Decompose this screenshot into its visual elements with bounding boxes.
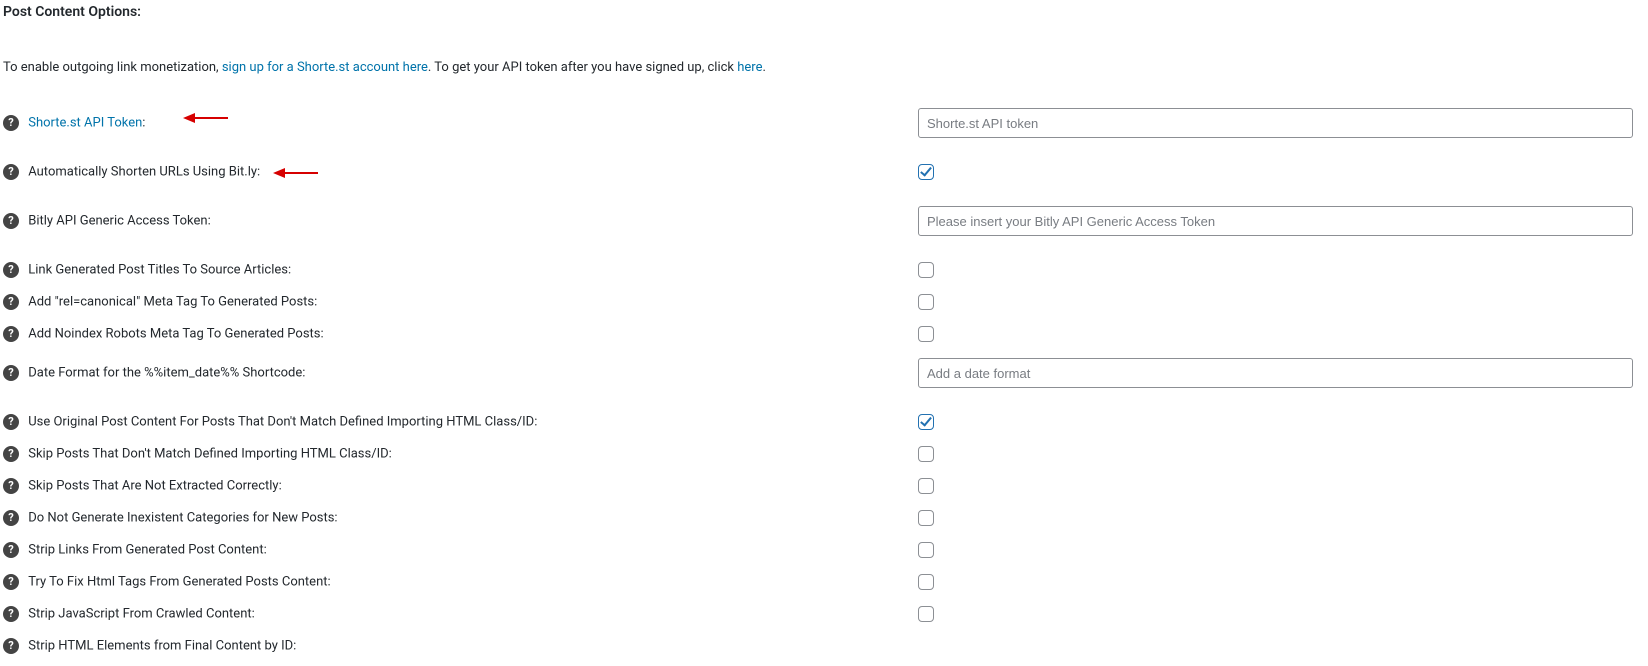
annotation-arrow — [183, 111, 228, 125]
help-icon[interactable]: ? — [3, 510, 19, 526]
noindex-label: Add Noindex Robots Meta Tag To Generated… — [28, 327, 323, 342]
here-link[interactable]: here — [737, 60, 762, 75]
intro-before: To enable outgoing link monetization, — [3, 60, 222, 75]
help-icon[interactable]: ? — [3, 326, 19, 342]
noindex-checkbox[interactable] — [918, 326, 934, 342]
no-inexistent-cats-checkbox[interactable] — [918, 510, 934, 526]
intro-mid: . To get your API token after you have s… — [428, 60, 737, 75]
no-inexistent-cats-label: Do Not Generate Inexistent Categories fo… — [28, 511, 337, 526]
help-icon[interactable]: ? — [3, 542, 19, 558]
use-original-label: Use Original Post Content For Posts That… — [28, 415, 537, 430]
intro-text: To enable outgoing link monetization, si… — [3, 60, 1645, 75]
skip-notextract-checkbox[interactable] — [918, 478, 934, 494]
help-icon[interactable]: ? — [3, 606, 19, 622]
help-icon[interactable]: ? — [3, 213, 19, 229]
help-icon[interactable]: ? — [3, 574, 19, 590]
help-icon[interactable]: ? — [3, 164, 19, 180]
date-format-label: Date Format for the %%item_date%% Shortc… — [28, 366, 305, 381]
help-icon[interactable]: ? — [3, 294, 19, 310]
strip-links-label: Strip Links From Generated Post Content: — [28, 543, 267, 558]
intro-after: . — [762, 60, 765, 75]
help-icon[interactable]: ? — [3, 262, 19, 278]
strip-html-id-label: Strip HTML Elements from Final Content b… — [28, 639, 296, 654]
help-icon[interactable]: ? — [3, 638, 19, 654]
bitly-token-input[interactable] — [918, 206, 1633, 236]
shortest-api-input[interactable] — [918, 108, 1633, 138]
shortest-api-label[interactable]: Shorte.st API Token — [28, 116, 142, 131]
skip-notextract-label: Skip Posts That Are Not Extracted Correc… — [28, 479, 281, 494]
skip-nomatch-label: Skip Posts That Don't Match Defined Impo… — [28, 447, 392, 462]
section-title: Post Content Options: — [3, 4, 1645, 20]
help-icon[interactable]: ? — [3, 414, 19, 430]
strip-links-checkbox[interactable] — [918, 542, 934, 558]
strip-js-label: Strip JavaScript From Crawled Content: — [28, 607, 255, 622]
link-titles-label: Link Generated Post Titles To Source Art… — [28, 263, 291, 278]
date-format-input[interactable] — [918, 358, 1633, 388]
help-icon[interactable]: ? — [3, 365, 19, 381]
fix-html-label: Try To Fix Html Tags From Generated Post… — [28, 575, 330, 590]
help-icon[interactable]: ? — [3, 115, 19, 131]
use-original-checkbox[interactable] — [918, 414, 934, 430]
help-icon[interactable]: ? — [3, 478, 19, 494]
bitly-auto-checkbox[interactable] — [918, 164, 934, 180]
annotation-arrow — [273, 166, 318, 180]
skip-nomatch-checkbox[interactable] — [918, 446, 934, 462]
link-titles-checkbox[interactable] — [918, 262, 934, 278]
bitly-token-label: Bitly API Generic Access Token: — [28, 214, 211, 229]
signup-link[interactable]: sign up for a Shorte.st account here — [222, 60, 428, 75]
bitly-auto-label: Automatically Shorten URLs Using Bit.ly: — [28, 165, 260, 180]
fix-html-checkbox[interactable] — [918, 574, 934, 590]
strip-js-checkbox[interactable] — [918, 606, 934, 622]
canonical-checkbox[interactable] — [918, 294, 934, 310]
canonical-label: Add "rel=canonical" Meta Tag To Generate… — [28, 295, 317, 310]
help-icon[interactable]: ? — [3, 446, 19, 462]
